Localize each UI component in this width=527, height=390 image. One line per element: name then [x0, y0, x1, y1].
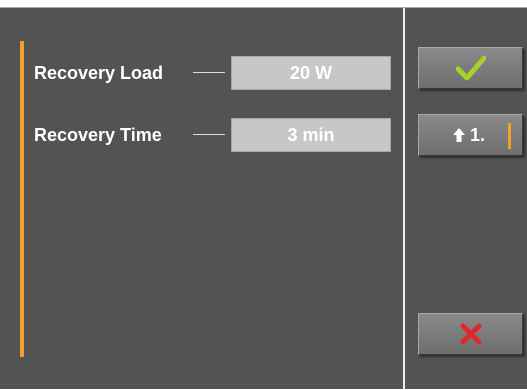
recovery-time-label: Recovery Time — [34, 125, 162, 145]
settings-screen: Recovery Load 20 W Recovery Time 3 min 1… — [0, 7, 527, 390]
checkmark-icon — [455, 55, 486, 81]
recovery-load-value-field[interactable]: 20 W — [231, 56, 391, 90]
accent-bar — [20, 41, 24, 357]
page-number: 1. — [470, 125, 486, 145]
page-up-button[interactable]: 1. — [418, 114, 523, 156]
page-indicator: 1. — [452, 115, 485, 155]
cancel-button[interactable] — [418, 313, 523, 355]
confirm-button[interactable] — [418, 47, 523, 89]
connector-line — [193, 134, 225, 135]
arrow-up-icon — [453, 128, 465, 142]
cross-icon — [460, 323, 481, 345]
recovery-load-label: Recovery Load — [34, 63, 164, 83]
panel-divider — [403, 8, 405, 390]
recovery-time-value-field[interactable]: 3 min — [231, 118, 391, 152]
page-accent-bar — [508, 123, 511, 149]
connector-line — [193, 72, 225, 73]
